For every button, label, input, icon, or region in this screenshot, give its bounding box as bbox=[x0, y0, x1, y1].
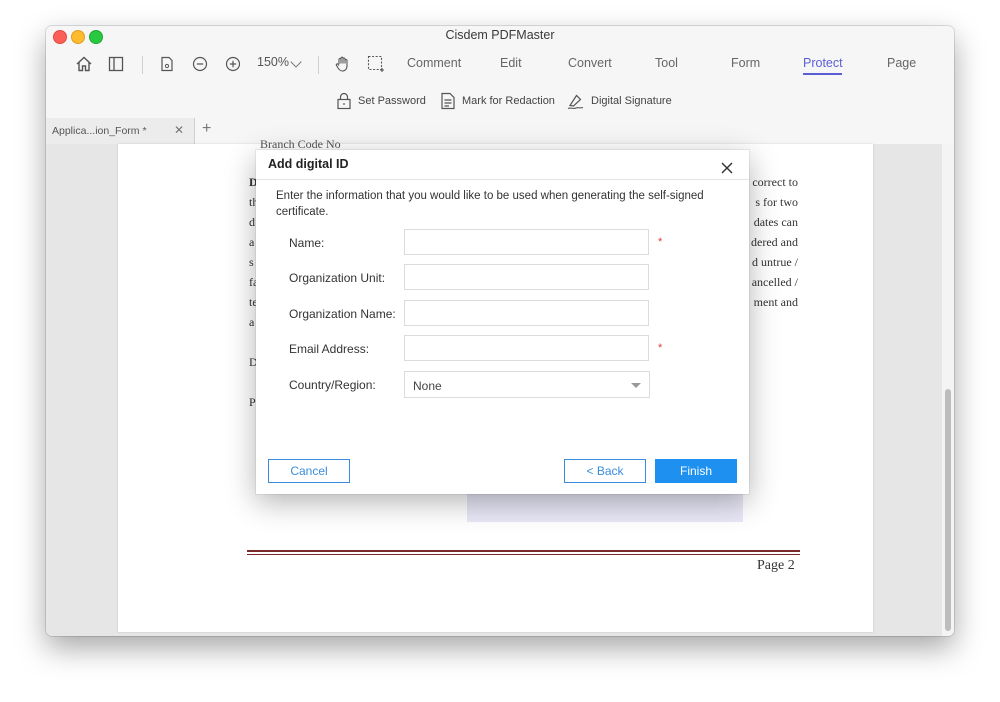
toolbar-separator bbox=[142, 56, 143, 74]
add-digital-id-dialog: Add digital ID Enter the information tha… bbox=[256, 150, 749, 494]
organization-unit-input[interactable] bbox=[404, 264, 649, 290]
window-title: Cisdem PDFMaster bbox=[445, 28, 555, 42]
active-menu-underline bbox=[803, 73, 842, 75]
zoom-out-icon[interactable] bbox=[190, 54, 210, 74]
menu-protect[interactable]: Protect bbox=[803, 56, 843, 70]
footer-rule-thin bbox=[247, 554, 800, 555]
sidebar-icon[interactable] bbox=[106, 54, 126, 74]
country-region-select[interactable]: None bbox=[404, 371, 650, 398]
home-icon[interactable] bbox=[74, 54, 94, 74]
organization-name-input[interactable] bbox=[404, 300, 649, 326]
signature-field-highlight[interactable] bbox=[467, 490, 743, 522]
signature-icon bbox=[567, 94, 584, 110]
doc-left-fragment: s bbox=[249, 255, 254, 269]
doc-left-fragment: a bbox=[249, 235, 255, 249]
digital-signature-label: Digital Signature bbox=[591, 95, 672, 107]
close-icon[interactable]: ✕ bbox=[174, 123, 184, 137]
doc-right-fragment: dered and bbox=[751, 235, 798, 249]
scrollbar-thumb[interactable] bbox=[945, 389, 951, 631]
email-address-label: Email Address: bbox=[289, 342, 370, 356]
set-password-button[interactable]: Set Password bbox=[336, 92, 426, 110]
organization-name-label: Organization Name: bbox=[289, 307, 396, 321]
doc-right-fragment: d untrue / bbox=[752, 255, 798, 269]
back-button[interactable]: < Back bbox=[564, 459, 646, 483]
redact-icon bbox=[441, 92, 455, 110]
dialog-title: Add digital ID bbox=[268, 157, 349, 171]
zoom-level[interactable]: 150% bbox=[257, 55, 289, 69]
name-input[interactable] bbox=[404, 229, 649, 255]
page-icon[interactable] bbox=[157, 54, 177, 74]
doc-right-fragment: dates can bbox=[753, 215, 798, 229]
menu-page[interactable]: Page bbox=[887, 56, 916, 70]
document-tab[interactable]: Applica...ion_Form * ✕ bbox=[46, 118, 195, 144]
menu-tool[interactable]: Tool bbox=[655, 56, 678, 70]
mark-for-redaction-label: Mark for Redaction bbox=[462, 95, 555, 107]
menu-edit[interactable]: Edit bbox=[500, 56, 522, 70]
chevron-down-icon[interactable] bbox=[290, 56, 302, 68]
name-label: Name: bbox=[289, 236, 325, 250]
doc-left-fragment: d bbox=[249, 215, 255, 229]
selection-icon[interactable] bbox=[366, 54, 386, 74]
doc-right-fragment: s for two bbox=[755, 195, 798, 209]
doc-right-fragment: correct to bbox=[752, 175, 798, 189]
required-marker: * bbox=[658, 236, 663, 248]
page-number: Page 2 bbox=[757, 558, 795, 573]
title-bar: Cisdem PDFMaster 150% Comment Edit Conve… bbox=[46, 26, 954, 145]
finish-button[interactable]: Finish bbox=[655, 459, 737, 483]
menu-form[interactable]: Form bbox=[731, 56, 760, 70]
country-region-value: None bbox=[413, 379, 442, 393]
country-region-label: Country/Region: bbox=[289, 378, 376, 392]
tab-bar: Applica...ion_Form * ✕ + bbox=[46, 118, 954, 144]
plus-icon[interactable]: + bbox=[202, 120, 211, 138]
doc-left-fragment: P bbox=[249, 395, 256, 409]
lock-icon bbox=[337, 92, 351, 110]
required-marker: * bbox=[658, 342, 663, 354]
tab-label: Applica...ion_Form * bbox=[52, 125, 147, 137]
zoom-in-icon[interactable] bbox=[223, 54, 243, 74]
mark-for-redaction-button[interactable]: Mark for Redaction bbox=[440, 92, 555, 110]
cancel-button[interactable]: Cancel bbox=[268, 459, 350, 483]
doc-right-fragment: ancelled / bbox=[751, 275, 798, 289]
menu-comment[interactable]: Comment bbox=[407, 56, 461, 70]
dialog-description: Enter the information that you would lik… bbox=[276, 190, 704, 218]
doc-left-fragment: a bbox=[249, 315, 255, 329]
dialog-divider bbox=[256, 179, 749, 180]
organization-unit-label: Organization Unit: bbox=[289, 271, 386, 285]
footer-rule bbox=[247, 550, 800, 552]
email-address-input[interactable] bbox=[404, 335, 649, 361]
doc-right-fragment: ment and bbox=[753, 295, 798, 309]
hand-icon[interactable] bbox=[333, 54, 353, 74]
digital-signature-button[interactable]: Digital Signature bbox=[567, 92, 672, 110]
toolbar-separator bbox=[318, 56, 319, 74]
menu-convert[interactable]: Convert bbox=[568, 56, 612, 70]
close-icon[interactable] bbox=[720, 161, 734, 175]
dropdown-arrow-icon bbox=[631, 383, 641, 388]
set-password-label: Set Password bbox=[358, 95, 426, 107]
